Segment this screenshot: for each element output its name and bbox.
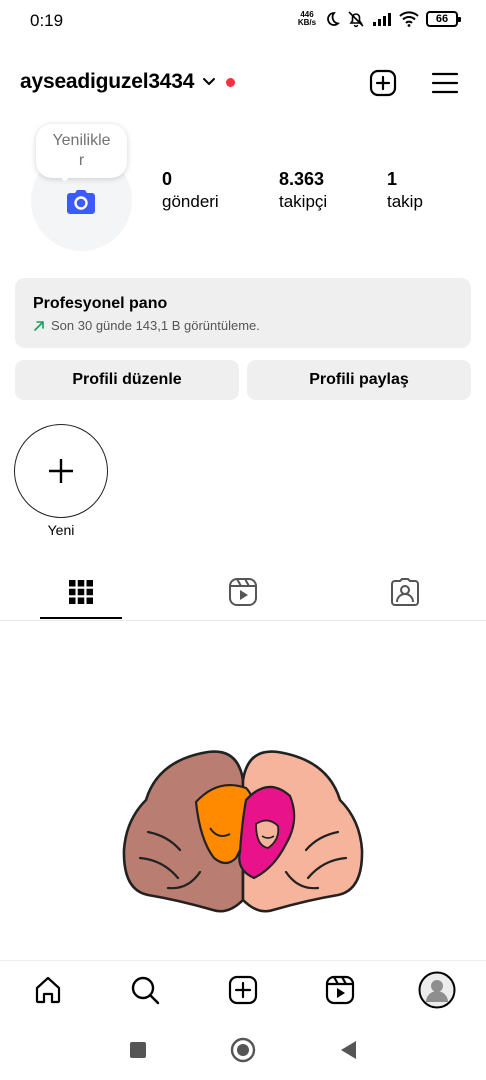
system-home-button[interactable] [229, 1036, 257, 1064]
status-bar: 0:19 446 KB/s 66 [0, 0, 486, 44]
new-highlight-label: Yeni [47, 522, 75, 538]
system-navigation [0, 1020, 486, 1080]
profile-icon[interactable] [418, 971, 456, 1009]
trend-up-icon [34, 320, 44, 331]
stat-label: takip [387, 192, 423, 211]
grid-icon[interactable] [68, 579, 94, 605]
create-icon[interactable] [369, 69, 397, 97]
recents-icon[interactable] [129, 1041, 147, 1059]
edit-profile-button[interactable]: Profili düzenle [15, 360, 239, 400]
dashboard-subtitle: Son 30 günde 143,1 B görüntüleme. [33, 318, 260, 333]
stat-value: 8.363 [279, 169, 325, 189]
share-profile-button[interactable]: Profili paylaş [247, 360, 471, 400]
nav-reels[interactable] [321, 971, 359, 1009]
plus-icon [49, 459, 73, 483]
username[interactable]: ayseadiguzel3434 [20, 70, 194, 94]
stat-followers[interactable]: 8.363 takipçi [279, 168, 327, 214]
stat-posts[interactable]: 0 gönderi [162, 168, 219, 214]
search-icon[interactable] [130, 975, 160, 1005]
professional-dashboard[interactable]: Profesyonel pano Son 30 günde 143,1 B gö… [15, 278, 471, 348]
tab-reels[interactable] [203, 570, 283, 614]
reels-icon[interactable] [325, 975, 355, 1005]
home-icon[interactable] [230, 1037, 256, 1063]
profile-header: ayseadiguzel3434 [0, 64, 486, 104]
bottom-navigation [0, 960, 486, 1018]
active-tab-indicator [40, 617, 122, 619]
moon-icon [327, 12, 340, 26]
stat-value: 1 [387, 169, 398, 189]
menu-button[interactable] [428, 66, 462, 100]
camera-icon[interactable] [66, 189, 96, 215]
create-icon[interactable] [228, 975, 258, 1005]
dashboard-title: Profesyonel pano [33, 295, 168, 312]
tagged-icon[interactable] [390, 577, 420, 607]
account-switcher[interactable]: ayseadiguzel3434 [20, 70, 236, 94]
status-icons: 446 KB/s 66 [297, 10, 461, 28]
chevron-down-icon[interactable] [202, 77, 216, 87]
stat-label: takipçi [279, 192, 328, 211]
tab-tagged[interactable] [365, 570, 445, 614]
signal-icon [373, 13, 391, 26]
status-time: 0:19 [30, 11, 64, 30]
back-button[interactable] [334, 1036, 362, 1064]
note-bubble-tail [58, 174, 72, 182]
new-highlight-button[interactable] [14, 424, 108, 518]
stat-value: 0 [162, 169, 173, 189]
network-speed: 446 KB/s [297, 10, 317, 27]
recents-button[interactable] [124, 1036, 152, 1064]
battery-indicator: 66 [426, 11, 461, 27]
silent-bell-icon [348, 11, 364, 28]
stat-label: gönderi [162, 192, 219, 211]
note-bubble[interactable]: Yenilikle r [36, 124, 127, 178]
tab-grid[interactable] [41, 570, 121, 614]
reels-icon[interactable] [228, 577, 258, 607]
menu-icon[interactable] [431, 71, 459, 95]
back-icon[interactable] [338, 1039, 358, 1061]
stat-following[interactable]: 1 takip [387, 168, 423, 214]
nav-profile[interactable] [418, 971, 456, 1009]
nav-create[interactable] [224, 971, 262, 1009]
home-icon[interactable] [33, 975, 63, 1005]
nav-search[interactable] [126, 971, 164, 1009]
tab-divider [0, 620, 486, 621]
nav-home[interactable] [29, 971, 67, 1009]
wifi-icon [399, 11, 419, 27]
create-button[interactable] [366, 66, 400, 100]
notification-dot [226, 77, 236, 87]
heart-hands-illustration [122, 750, 364, 913]
